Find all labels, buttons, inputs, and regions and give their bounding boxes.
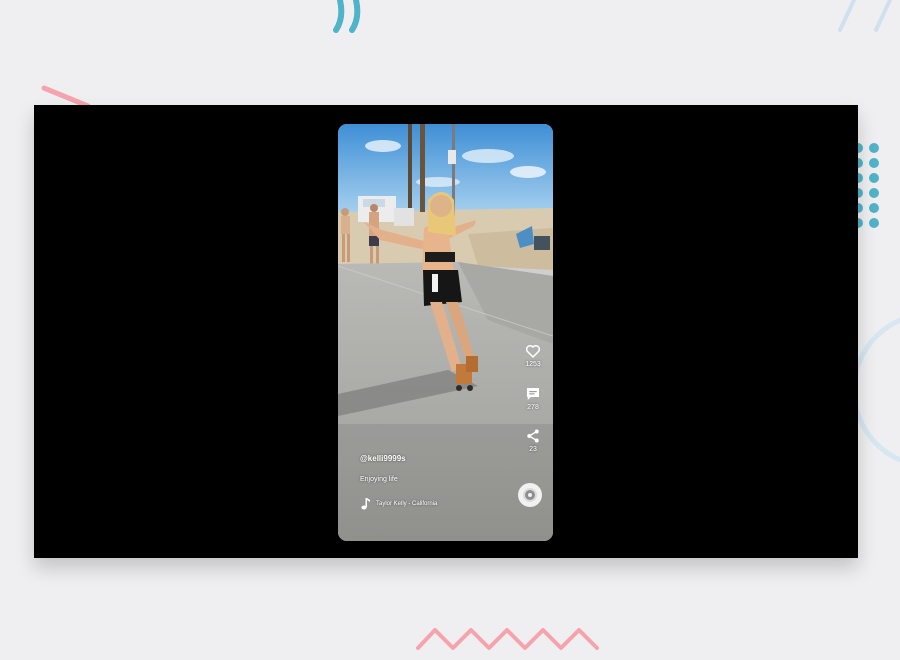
video-caption: Enjoying life xyxy=(360,476,398,483)
user-handle[interactable]: @kelli9999s xyxy=(360,454,406,463)
music-disc[interactable] xyxy=(518,483,542,507)
like-count: 1253 xyxy=(525,361,541,368)
pink-zigzag-decoration xyxy=(416,628,599,650)
music-note-icon xyxy=(361,498,370,510)
comment-count: 278 xyxy=(527,404,539,411)
comment-icon[interactable] xyxy=(524,385,542,403)
comment-action[interactable]: 278 xyxy=(519,385,547,412)
video-card[interactable]: 1253 278 23 @kelli9999s Enjoying life Ta… xyxy=(338,124,553,541)
heart-icon[interactable] xyxy=(524,342,542,360)
share-count: 23 xyxy=(529,446,537,453)
blue-squiggle-decoration xyxy=(333,0,361,33)
like-action[interactable]: 1253 xyxy=(519,342,547,369)
music-info[interactable]: Taylor Kelly - California xyxy=(360,498,437,510)
share-action[interactable]: 23 xyxy=(519,427,547,454)
share-icon[interactable] xyxy=(524,427,542,445)
disc-icon xyxy=(523,488,537,502)
dot-grid-decoration xyxy=(853,143,879,228)
music-title: Taylor Kelly - California xyxy=(376,501,438,507)
light-blue-lines-decoration xyxy=(838,0,892,32)
